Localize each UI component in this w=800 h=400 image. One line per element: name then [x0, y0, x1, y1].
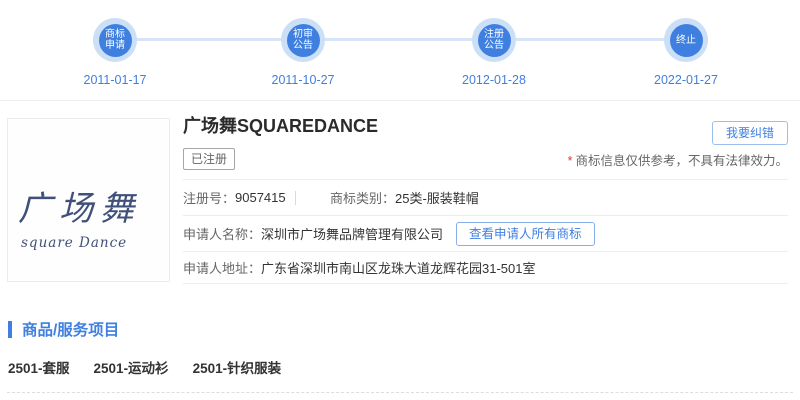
timeline-node-date: 2011-01-17 — [83, 73, 146, 87]
trademark-title: 广场舞SQUAREDANCE — [183, 115, 788, 137]
timeline-circle: 终止 — [664, 18, 708, 62]
trademark-image-en-text: square Dance — [21, 235, 127, 251]
timeline-circle-inner: 初审公告 — [287, 24, 320, 57]
timeline-node-registration: 注册公告 2012-01-28 — [472, 18, 516, 62]
timeline-node-first-review: 初审公告 2011-10-27 — [281, 18, 325, 62]
table-row-applicant: 申请人名称： 深圳市广场舞品牌管理有限公司 查看申请人所有商标 — [183, 215, 788, 251]
trademark-image-cn-text: 广场舞 — [18, 181, 141, 230]
address-label: 申请人地址： — [183, 258, 261, 277]
timeline-node-date: 2011-10-27 — [271, 73, 334, 87]
view-applicant-trademarks-button[interactable]: 查看申请人所有商标 — [456, 222, 595, 246]
goods-item: 2501-套服 — [8, 357, 70, 377]
trademark-detail-panel: 广场舞SQUAREDANCE 我要纠错 已注册 *商标信息仅供参考，不具有法律效… — [183, 112, 788, 284]
section-accent-bar — [8, 321, 12, 338]
applicant-label: 申请人名称： — [183, 224, 261, 243]
timeline-node-label: 商标申请 — [104, 29, 126, 51]
goods-section-title: 商品/服务项目 — [22, 318, 119, 340]
timeline-node-label: 终止 — [675, 35, 697, 46]
goods-section-header: 商品/服务项目 — [8, 318, 119, 340]
timeline-circle: 初审公告 — [281, 18, 325, 62]
timeline-connector-line — [115, 38, 686, 41]
goods-item: 2501-针织服装 — [193, 357, 282, 377]
timeline-circle: 注册公告 — [472, 18, 516, 62]
trademark-image: 广场舞 square Dance — [7, 118, 170, 282]
timeline-circle-inner: 商标申请 — [99, 24, 132, 57]
reg-no-value: 9057415 — [235, 190, 286, 205]
category-value: 25类-服装鞋帽 — [395, 188, 479, 207]
timeline-circle: 商标申请 — [93, 18, 137, 62]
applicant-value: 深圳市广场舞品牌管理有限公司 — [261, 224, 443, 243]
status-badge: 已注册 — [183, 148, 235, 170]
dotted-divider — [7, 392, 793, 393]
disclaimer-body: 商标信息仅供参考，不具有法律效力。 — [575, 154, 788, 168]
timeline-node-date: 2022-01-27 — [654, 73, 718, 87]
address-value: 广东省深圳市南山区龙珠大道龙辉花园31-501室 — [261, 258, 535, 277]
report-error-button[interactable]: 我要纠错 — [712, 121, 788, 145]
timeline-node-apply: 商标申请 2011-01-17 — [93, 18, 137, 62]
table-row-address: 申请人地址： 广东省深圳市南山区龙珠大道龙辉花园31-501室 — [183, 251, 788, 284]
table-row-registration: 注册号： 9057415 商标类别： 25类-服装鞋帽 — [183, 179, 788, 215]
asterisk-mark: * — [568, 154, 573, 168]
trademark-status-timeline: 商标申请 2011-01-17 初审公告 2011-10-27 注册公告 201… — [0, 0, 800, 101]
timeline-circle-inner: 终止 — [670, 24, 703, 57]
reg-no-label: 注册号： — [183, 188, 235, 207]
timeline-node-terminated: 终止 2022-01-27 — [664, 18, 708, 62]
disclaimer-text: *商标信息仅供参考，不具有法律效力。 — [568, 150, 788, 169]
vertical-divider — [295, 191, 296, 205]
timeline-node-label: 初审公告 — [292, 29, 314, 51]
trademark-fields-table: 注册号： 9057415 商标类别： 25类-服装鞋帽 申请人名称： 深圳市广场… — [183, 179, 788, 284]
category-label: 商标类别： — [330, 188, 395, 207]
timeline-node-label: 注册公告 — [483, 29, 505, 51]
goods-item: 2501-运动衫 — [94, 357, 169, 377]
timeline-circle-inner: 注册公告 — [478, 24, 511, 57]
goods-items-list: 2501-套服 2501-运动衫 2501-针织服装 — [8, 357, 281, 377]
timeline-node-date: 2012-01-28 — [462, 73, 526, 87]
